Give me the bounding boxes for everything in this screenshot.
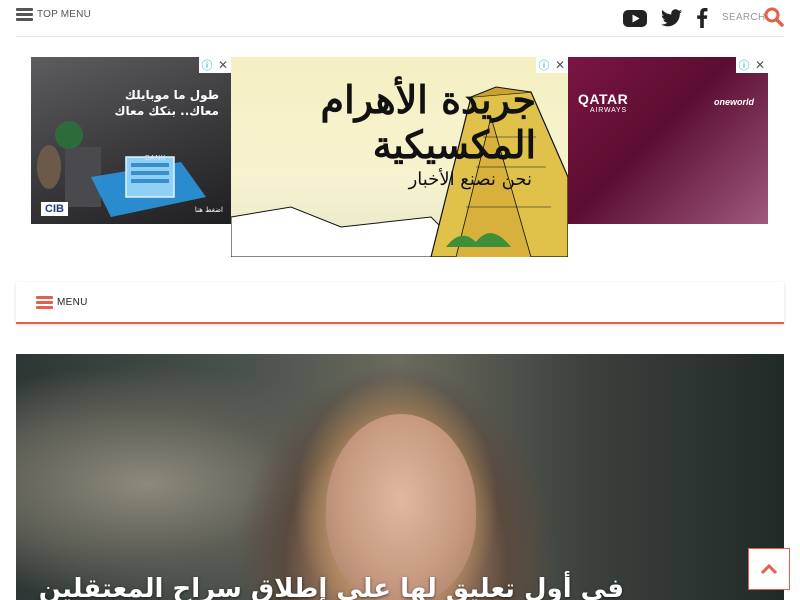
ad-center-title: جريدة الأهرام المكسيكية [320, 77, 536, 167]
close-icon[interactable]: ✕ [552, 57, 568, 73]
ad-center-subtitle: نحن نصنع الأخبار [408, 169, 532, 190]
twitter-icon[interactable] [661, 9, 682, 27]
ad-illustration [37, 121, 206, 217]
oneworld-logo: oneworld [714, 97, 754, 107]
ad-choices[interactable]: ⓘ ✕ [736, 57, 768, 73]
ad-choices[interactable]: ⓘ ✕ [199, 57, 231, 73]
back-to-top-button[interactable] [748, 548, 790, 590]
search-label[interactable]: SEARCH [722, 12, 765, 23]
close-icon[interactable]: ✕ [752, 57, 768, 73]
cib-logo: CIB [41, 202, 68, 216]
facebook-icon[interactable] [696, 8, 708, 28]
top-menu-label: TOP MENU [37, 9, 92, 20]
adchoices-icon[interactable]: ⓘ [536, 57, 552, 73]
ad-left-cta[interactable]: اضغط هنا [195, 206, 223, 214]
adchoices-icon[interactable]: ⓘ [199, 57, 215, 73]
bank-sign: BANK [145, 155, 167, 162]
ad-choices[interactable]: ⓘ ✕ [536, 57, 568, 73]
search-icon[interactable] [764, 7, 784, 27]
top-menu-button[interactable]: TOP MENU [16, 8, 91, 21]
hamburger-icon [16, 8, 33, 21]
qatar-brand: QATAR [578, 91, 629, 107]
ad-left-text: طول ما موبايلك معاك.. بنكك معاك [114, 88, 219, 118]
menu-label: MENU [57, 297, 88, 308]
featured-article[interactable]: في أول تعليق لها على إطلاق سراح المعتقلي… [16, 354, 784, 600]
adchoices-icon[interactable]: ⓘ [736, 57, 752, 73]
featured-headline[interactable]: في أول تعليق لها على إطلاق سراح المعتقلي… [39, 574, 624, 600]
main-menu-bar: MENU [16, 282, 784, 324]
ad-banner-qatar[interactable]: QATAR AIRWAYS oneworld ⓘ ✕ [568, 57, 768, 224]
close-icon[interactable]: ✕ [215, 57, 231, 73]
hamburger-icon [36, 296, 53, 309]
ad-banner-ahram[interactable]: جريدة الأهرام المكسيكية نحن نصنع الأخبار… [231, 57, 568, 257]
chevron-up-icon [761, 564, 777, 574]
ad-banner-cib[interactable]: طول ما موبايلك معاك.. بنكك معاك BANK CIB… [31, 57, 231, 224]
qatar-brand-sub: AIRWAYS [590, 107, 627, 114]
youtube-icon[interactable] [623, 10, 647, 27]
featured-image-face [326, 414, 476, 600]
top-bar: TOP MENU SEARCH [16, 0, 784, 37]
main-menu-button[interactable]: MENU [36, 296, 88, 309]
